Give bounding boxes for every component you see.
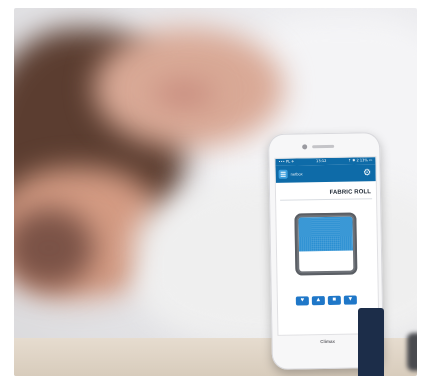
gear-icon[interactable]: ⚙ xyxy=(363,167,372,177)
front-camera xyxy=(302,144,308,150)
blind-controls: ♥ ▲ ■ ▼ xyxy=(295,295,357,306)
background-object xyxy=(407,333,417,371)
blind-window xyxy=(298,216,354,272)
open-button[interactable]: ▲ xyxy=(311,296,325,306)
favorite-button[interactable]: ♥ xyxy=(295,296,309,306)
divider xyxy=(280,198,373,201)
blind-fabric xyxy=(298,216,353,252)
photo-scene: ••• PL ✈ 13:12 ↑ ✱ 2 13% ▭ netbox ⚙ FABR… xyxy=(14,8,417,376)
blind-preview xyxy=(294,212,358,276)
menu-icon xyxy=(280,173,286,175)
speaker-grille xyxy=(312,144,335,149)
close-button[interactable]: ▼ xyxy=(343,295,357,305)
app-title: netbox xyxy=(290,171,303,177)
lips xyxy=(154,83,214,105)
menu-button[interactable] xyxy=(278,169,288,179)
phone-stand xyxy=(358,308,384,376)
device-title: FABRIC ROLL xyxy=(329,189,372,196)
app-bar: netbox ⚙ xyxy=(275,164,376,183)
stop-button[interactable]: ■ xyxy=(327,295,341,305)
